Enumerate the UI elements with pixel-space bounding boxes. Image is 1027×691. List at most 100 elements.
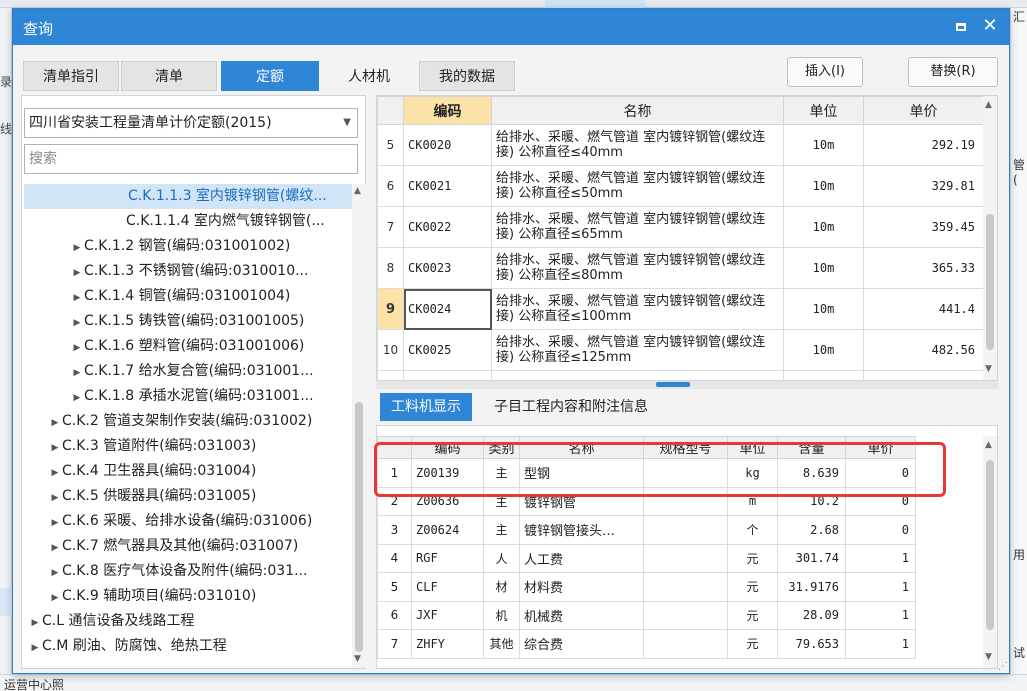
quota-header-price[interactable]: 单价 [863, 96, 984, 125]
quota-unit[interactable]: 10m [783, 288, 864, 330]
material-unit[interactable]: 元 [727, 543, 778, 573]
material-code[interactable]: Z00624 [411, 515, 484, 545]
table-row[interactable]: 9 CK0024 给排水、采暖、燃气管道 室内镀锌钢管(螺纹连接) 公称直径≤100… [377, 288, 984, 330]
tree-item[interactable]: ▶ C.K.8 医疗气体设备及附件(编码:031... [22, 559, 308, 586]
table-row[interactable]: 10 CK0025 给排水、采暖、燃气管道 室内镀锌钢管(螺纹连接) 公称直径≤12… [377, 329, 984, 371]
quota-unit[interactable] [783, 370, 864, 380]
tree-item[interactable]: ▶ C.K.9 辅助项目(编码:031010) [22, 584, 257, 611]
dialog-titlebar[interactable]: 查询 ✕ [13, 9, 1009, 45]
replace-button[interactable]: 替换(R) [908, 57, 998, 87]
material-name[interactable]: 镀锌钢管接头… [519, 515, 644, 545]
quota-name[interactable]: 给排水、采暖、燃气管道 室内镀锌钢管(螺纹连接) 公称直径≤100mm [491, 288, 784, 330]
material-code[interactable]: JXF [411, 600, 484, 630]
tab-quota[interactable]: 定额 [221, 61, 319, 91]
material-unit[interactable]: 元 [727, 600, 778, 630]
quota-name[interactable]: 给排水、采暖、燃气管道 室内镀锌钢管(螺纹连接) 公称直径≤65mm [491, 206, 784, 248]
quota-unit[interactable]: 10m [783, 329, 864, 371]
row-number[interactable]: 6 [377, 165, 404, 207]
caret-right-icon[interactable]: ▶ [70, 286, 84, 311]
material-header-spec[interactable]: 规格型号 [643, 436, 728, 459]
quota-header-code[interactable]: 编码 [403, 96, 492, 125]
quota-scroll-thumb[interactable] [986, 214, 994, 350]
tab-material-display[interactable]: 工料机显示 [380, 393, 472, 421]
caret-right-icon[interactable]: ▶ [28, 636, 42, 661]
row-number[interactable]: 7 [377, 206, 404, 248]
material-type[interactable]: 材 [483, 572, 520, 602]
quota-code[interactable]: CK0024 [403, 288, 492, 330]
table-row[interactable]: 1 Z00139 主型钢 kg 8.639 0 [377, 458, 916, 488]
search-input[interactable] [24, 144, 358, 174]
caret-right-icon[interactable]: ▶ [48, 561, 62, 586]
maximize-icon[interactable] [951, 17, 971, 37]
tree-item[interactable]: ▶ C.K.7 燃气器具及其他(编码:031007) [22, 534, 299, 559]
material-spec[interactable] [643, 600, 728, 630]
splitter-handle[interactable] [656, 382, 690, 387]
material-type[interactable]: 主 [483, 515, 520, 545]
material-spec[interactable] [643, 515, 728, 545]
tree-item[interactable]: ▶ C.L 通信设备及线路工程 [22, 609, 195, 634]
material-price[interactable]: 1 [845, 572, 916, 602]
material-price[interactable]: 0 [845, 486, 916, 516]
scroll-up-icon[interactable]: ▲ [985, 100, 992, 110]
quota-price[interactable]: 365.33 [863, 247, 984, 289]
table-row[interactable]: 7 ZHFY 其他 综合费 元 79.653 1 [377, 629, 916, 659]
quota-code[interactable]: CK0020 [403, 124, 492, 166]
quota-code[interactable]: CK0021 [403, 165, 492, 207]
material-price[interactable]: 1 [845, 629, 916, 659]
caret-right-icon[interactable]: ▶ [70, 236, 84, 261]
material-name[interactable]: 镀锌钢管 [519, 486, 644, 516]
material-unit[interactable]: 元 [727, 572, 778, 602]
row-number[interactable]: 1 [377, 458, 412, 488]
material-header-unit[interactable]: 单位 [727, 436, 778, 459]
material-amount[interactable]: 79.653 [777, 629, 846, 659]
material-name[interactable]: 人工费 [519, 543, 644, 573]
row-number[interactable] [377, 370, 404, 380]
material-type[interactable]: 人 [483, 543, 520, 573]
quota-name[interactable]: 给排水、采暖、燃气管道 室内镀锌钢管(螺纹连接) 公称直径≤80mm [491, 247, 784, 289]
tree-item[interactable]: C.K.1.1.4 室内燃气镀锌钢管(... [22, 209, 325, 234]
material-spec[interactable] [643, 486, 728, 516]
caret-right-icon[interactable]: ▶ [48, 586, 62, 611]
row-number[interactable]: 6 [377, 600, 412, 630]
row-number[interactable]: 3 [377, 515, 412, 545]
tree-scroll-thumb[interactable] [355, 402, 363, 652]
material-spec[interactable] [643, 458, 728, 488]
material-code[interactable]: RGF [411, 543, 484, 573]
material-table-scrollbar[interactable]: ▲ ▼ [983, 436, 997, 668]
quota-unit[interactable]: 10m [783, 124, 864, 166]
quota-name[interactable]: 给排水、采暖、燃气管道 室内镀锌钢管(螺纹连接) 公称直径≤125mm [491, 329, 784, 371]
material-price[interactable]: 0 [845, 458, 916, 488]
material-header-amount[interactable]: 含量 [777, 436, 846, 459]
material-price[interactable]: 0 [845, 515, 916, 545]
quota-name[interactable]: 给排水、采暖、燃气管道 室内镀锌钢管(螺纹连接) 公称直径≤50mm [491, 165, 784, 207]
tree-item[interactable]: ▶ C.K.1.6 塑料管(编码:031001006) [22, 334, 305, 359]
quota-name[interactable]: 给排水、采暖、燃气管道 室内镀锌钢管(螺纹连接) 公称直径≤40mm [491, 124, 784, 166]
tree-item[interactable]: ▶ C.K.6 采暖、给排水设备(编码:031006) [22, 509, 313, 534]
quota-price[interactable] [863, 370, 984, 380]
table-row[interactable]: 4 RGF 人人工费 元 301.74 1 [377, 543, 916, 573]
material-spec[interactable] [643, 629, 728, 659]
material-spec[interactable] [643, 572, 728, 602]
table-row[interactable]: 2 Z00636 主镀锌钢管 m 10.2 0 [377, 486, 916, 516]
caret-right-icon[interactable]: ▶ [70, 386, 84, 411]
row-number[interactable]: 5 [377, 572, 412, 602]
resize-grip-icon[interactable]: ⋰ [998, 661, 1010, 673]
quota-price[interactable]: 482.56 [863, 329, 984, 371]
material-unit[interactable]: 元 [727, 629, 778, 659]
row-number[interactable]: 4 [377, 543, 412, 573]
row-number[interactable]: 2 [377, 486, 412, 516]
panel-splitter[interactable] [376, 381, 998, 389]
material-price[interactable]: 1 [845, 543, 916, 573]
scroll-up-icon[interactable]: ▲ [985, 440, 992, 450]
material-amount[interactable]: 28.09 [777, 600, 846, 630]
caret-right-icon[interactable]: ▶ [70, 261, 84, 286]
tree-item[interactable]: ▶ C.M 刷油、防腐蚀、绝热工程 [22, 634, 227, 659]
material-name[interactable]: 综合费 [519, 629, 644, 659]
scroll-down-icon[interactable]: ▼ [354, 654, 361, 664]
quota-code[interactable]: CK0025 [403, 329, 492, 371]
material-amount[interactable]: 10.2 [777, 486, 846, 516]
tree-item[interactable]: ▶ C.K.4 卫生器具(编码:031004) [22, 459, 257, 484]
tree-item[interactable]: ▶ C.K.5 供暖器具(编码:031005) [22, 484, 257, 511]
material-type[interactable]: 机 [483, 600, 520, 630]
caret-right-icon[interactable]: ▶ [48, 486, 62, 511]
